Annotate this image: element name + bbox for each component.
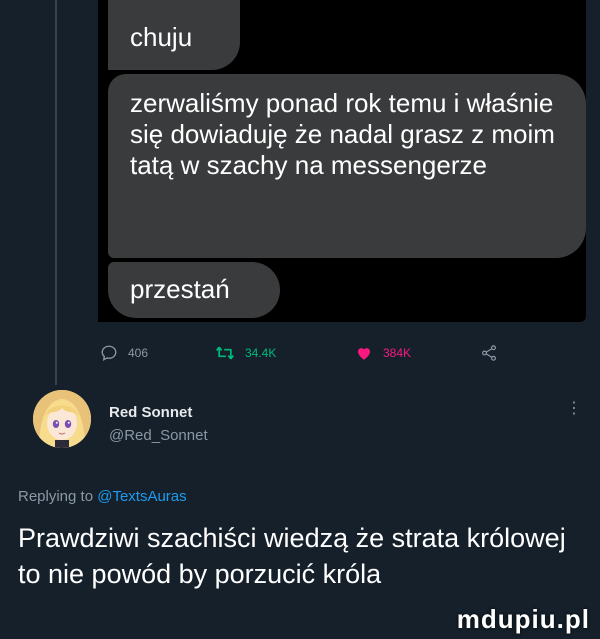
tweet-actions: 406 34.4K 384K xyxy=(100,338,520,368)
retweet-button[interactable]: 34.4K xyxy=(215,338,276,368)
replying-prefix: Replying to xyxy=(18,488,94,505)
thread-line xyxy=(55,0,57,385)
reply-icon xyxy=(101,345,117,362)
share-button[interactable] xyxy=(480,338,498,368)
message-bubble-1: chuju xyxy=(108,0,240,70)
message-bubble-2: zerwaliśmy ponad rok temu i właśnie się … xyxy=(108,74,586,258)
message-bubble-3: przestań xyxy=(108,262,280,318)
reply-button[interactable]: 406 xyxy=(100,338,148,368)
reply-count: 406 xyxy=(128,346,149,360)
more-icon[interactable]: ⋮ xyxy=(566,401,582,417)
replying-to: Replying to @TextsAuras xyxy=(18,488,187,505)
like-button[interactable]: 384K xyxy=(355,338,411,368)
retweet-icon xyxy=(216,346,234,360)
retweet-count: 34.4K xyxy=(245,346,277,360)
avatar[interactable] xyxy=(33,390,91,448)
tweet-text: Prawdziwi szachiści wiedzą że strata kró… xyxy=(18,523,566,589)
author-handle[interactable]: @Red_Sonnet xyxy=(109,427,208,444)
author-name[interactable]: Red Sonnet xyxy=(109,404,192,421)
anime-avatar-image xyxy=(33,390,91,448)
watermark: mdupiu.pl xyxy=(456,604,590,634)
like-count: 384K xyxy=(383,346,412,360)
replying-mention[interactable]: @TextsAuras xyxy=(97,488,186,505)
heart-icon xyxy=(358,348,370,360)
share-icon xyxy=(482,345,496,361)
